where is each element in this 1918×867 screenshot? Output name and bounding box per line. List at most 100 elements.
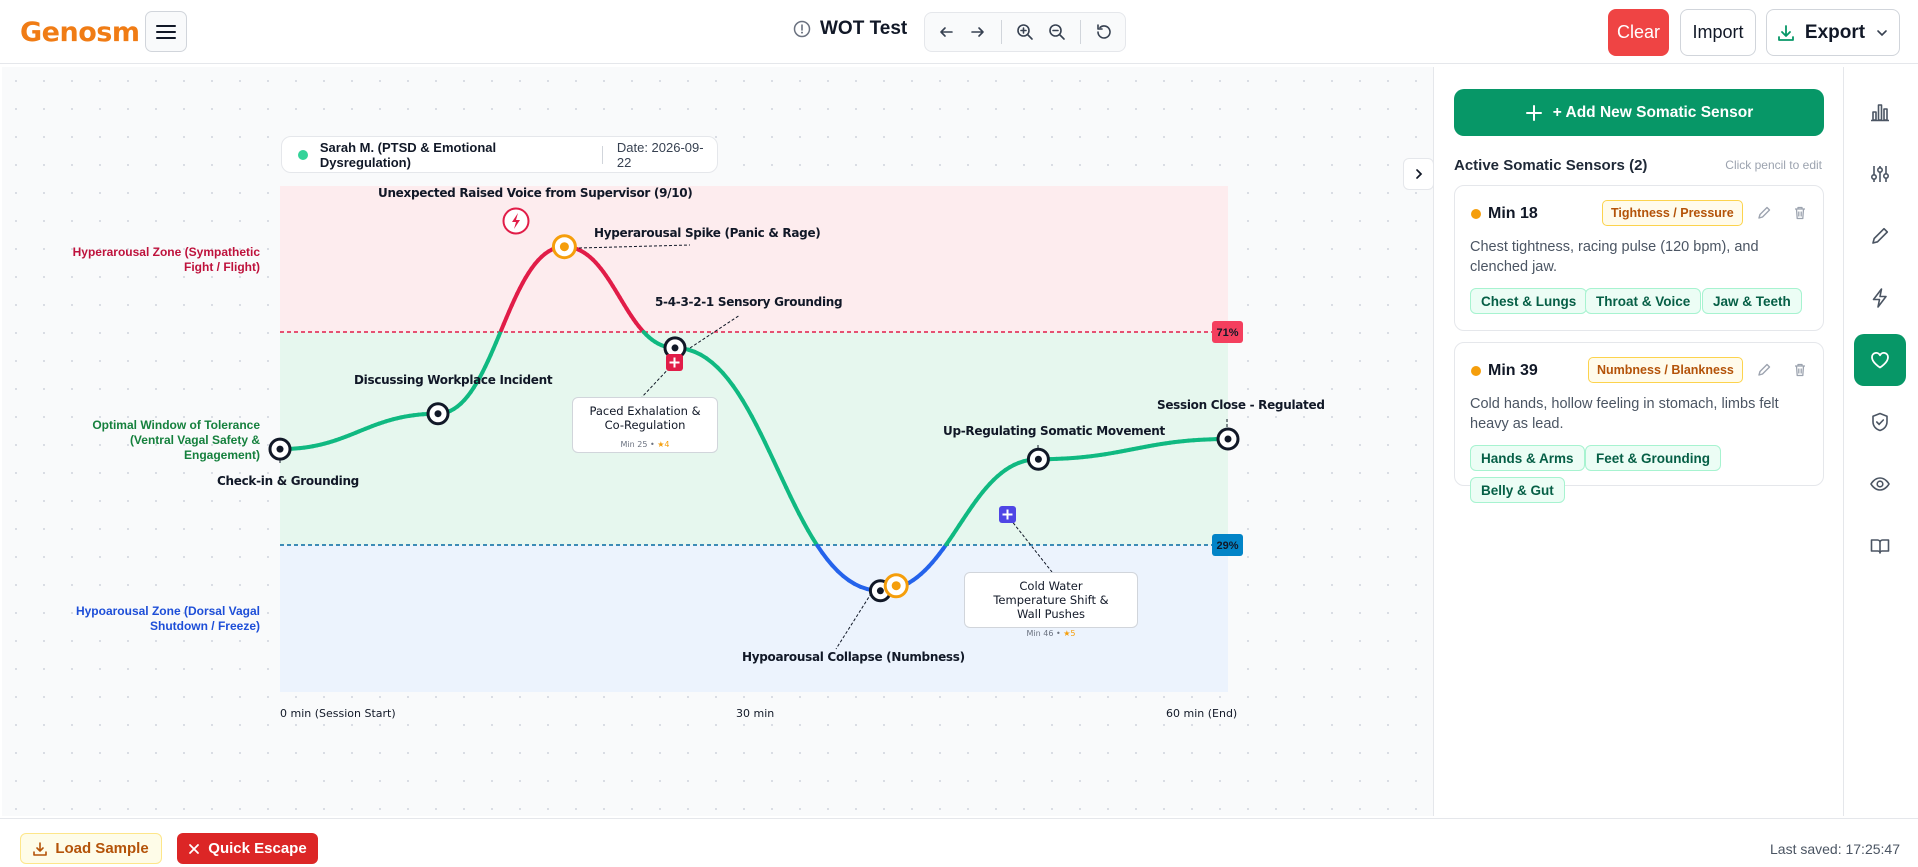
chart-canvas[interactable]: 71% 29% Sarah M. (PTSD & Emotional Dysre…	[2, 67, 1434, 816]
bolt-icon	[1872, 288, 1887, 308]
body-region-tag: Jaw & Teeth	[1702, 288, 1802, 314]
sensor-marker[interactable]	[551, 234, 577, 260]
note-rating: ★5	[1063, 629, 1076, 638]
intervention-marker[interactable]	[666, 354, 683, 371]
export-label: Export	[1804, 21, 1866, 43]
body-region-tag: Throat & Voice	[1585, 288, 1702, 314]
data-point[interactable]	[1026, 447, 1050, 471]
download-icon	[33, 841, 48, 856]
edit-sensor-button[interactable]	[1755, 361, 1773, 379]
point-label-p6: Up-Regulating Somatic Movement	[943, 424, 1165, 438]
edit-sensor-button[interactable]	[1755, 204, 1773, 222]
x-axis-label-start: 0 min (Session Start)	[280, 707, 396, 720]
app-logo: Genosm	[20, 17, 140, 48]
data-point[interactable]	[268, 437, 292, 461]
last-saved-status: Last saved: 17:25:47	[1770, 841, 1900, 857]
optimal-zone-band	[280, 332, 1228, 545]
info-icon	[793, 20, 811, 38]
rail-shield-button[interactable]	[1854, 396, 1906, 448]
toolbar-divider	[1001, 20, 1002, 44]
zoom-out-icon	[1049, 24, 1065, 40]
pencil-icon	[1758, 363, 1771, 376]
sensor-description: Chest tightness, racing pulse (120 bpm),…	[1470, 239, 1759, 275]
document-title: WOT Test	[820, 18, 908, 39]
trash-icon	[1795, 206, 1805, 220]
clear-button[interactable]: Clear	[1608, 9, 1669, 56]
redo-icon	[971, 27, 984, 37]
note-minute: Min 46 •	[1026, 629, 1064, 638]
redo-button[interactable]	[965, 18, 991, 46]
zoom-out-button[interactable]	[1044, 18, 1070, 46]
chevron-down-icon	[1877, 29, 1887, 36]
load-sample-label: Load Sample	[55, 840, 149, 857]
note-text: Paced Exhalation & Co-Regulation	[589, 404, 701, 432]
trigger-label: Unexpected Raised Voice from Supervisor …	[378, 186, 693, 200]
download-icon	[1778, 24, 1794, 41]
upper-threshold-badge: 71%	[1212, 321, 1243, 343]
body-region-tag: Chest & Lungs	[1470, 288, 1588, 314]
delete-sensor-button[interactable]	[1791, 204, 1809, 222]
reset-view-button[interactable]	[1091, 18, 1117, 46]
rail-heart-button[interactable]	[1854, 334, 1906, 386]
sensor-type-badge: Tightness / Pressure	[1602, 200, 1743, 226]
note-meta: Min 25 • ★4	[573, 438, 717, 452]
pill-divider	[601, 145, 603, 164]
sensor-card[interactable]: Min 18 Tightness / Pressure Chest tightn…	[1454, 185, 1824, 331]
sensor-title: Min 18	[1488, 205, 1538, 222]
point-label-p1: Check-in & Grounding	[217, 474, 359, 488]
delete-sensor-button[interactable]	[1791, 361, 1809, 379]
data-point[interactable]	[426, 402, 450, 426]
note-meta: Min 46 • ★5	[965, 627, 1137, 641]
add-somatic-sensor-button[interactable]: + Add New Somatic Sensor	[1454, 89, 1824, 136]
quick-escape-label: Quick Escape	[208, 840, 307, 857]
body-region-tag: Feet & Grounding	[1585, 445, 1721, 471]
hypo-zone-label: Hypoarousal Zone (Dorsal Vagal Shutdown …	[75, 604, 260, 633]
rail-chart-button[interactable]	[1854, 86, 1906, 138]
trash-icon	[1795, 363, 1805, 377]
intervention-note-card[interactable]: Paced Exhalation & Co-Regulation Min 25 …	[572, 397, 718, 453]
sensor-description: Cold hands, hollow feeling in stomach, l…	[1470, 396, 1779, 432]
x-axis-label-mid: 30 min	[736, 707, 775, 720]
data-point[interactable]	[1216, 427, 1240, 451]
intervention-note-card[interactable]: Cold Water Temperature Shift & Wall Push…	[964, 572, 1138, 638]
pencil-icon	[1872, 227, 1889, 244]
note-rating: ★4	[657, 440, 670, 449]
lower-threshold-badge: 29%	[1212, 534, 1243, 556]
load-sample-button[interactable]: Load Sample	[20, 833, 162, 864]
pencil-icon	[1758, 206, 1771, 219]
hyper-zone-label: Hyperarousal Zone (Sympathetic Fight / F…	[72, 245, 260, 274]
sensor-panel: + Add New Somatic Sensor Active Somatic …	[1436, 67, 1842, 816]
quick-escape-button[interactable]: Quick Escape	[177, 833, 318, 864]
note-text: Cold Water Temperature Shift & Wall Push…	[993, 579, 1109, 621]
sensor-card[interactable]: Min 39 Numbness / Blankness Cold hands, …	[1454, 342, 1824, 503]
plus-icon	[1525, 104, 1542, 121]
note-minute: Min 25 •	[620, 440, 658, 449]
rail-sliders-button[interactable]	[1854, 148, 1906, 200]
import-button[interactable]: Import	[1680, 9, 1756, 56]
document-title-group: WOT Test	[793, 18, 907, 40]
history-zoom-toolbar	[924, 12, 1126, 52]
patient-name: Sarah M. (PTSD & Emotional Dysregulation…	[319, 139, 497, 170]
rail-pencil-button[interactable]	[1854, 210, 1906, 262]
zoom-in-button[interactable]	[1012, 18, 1038, 46]
export-button[interactable]: Export	[1766, 9, 1900, 56]
point-label-p3: Hyperarousal Spike (Panic & Rage)	[594, 226, 821, 240]
point-label-p5: Hypoarousal Collapse (Numbness)	[742, 650, 965, 664]
sensor-title: Min 39	[1488, 362, 1538, 379]
add-sensor-label: + Add New Somatic Sensor	[1552, 103, 1754, 121]
rail-bolt-button[interactable]	[1854, 272, 1906, 324]
eye-icon	[1870, 477, 1890, 491]
sensor-marker[interactable]	[883, 573, 909, 599]
rail-eye-button[interactable]	[1854, 458, 1906, 510]
sensor-type-badge: Numbness / Blankness	[1588, 357, 1743, 383]
point-label-p2: Discussing Workplace Incident	[354, 373, 553, 387]
status-dot	[298, 149, 308, 160]
rail-book-button[interactable]	[1854, 520, 1906, 572]
undo-button[interactable]	[933, 18, 959, 46]
menu-button[interactable]	[145, 11, 187, 52]
collapse-panel-button[interactable]	[1403, 158, 1434, 190]
trigger-marker[interactable]	[502, 207, 530, 235]
x-axis-label-end: 60 min (End)	[1166, 707, 1238, 720]
intervention-marker[interactable]	[999, 506, 1016, 523]
reset-icon	[1097, 24, 1111, 39]
